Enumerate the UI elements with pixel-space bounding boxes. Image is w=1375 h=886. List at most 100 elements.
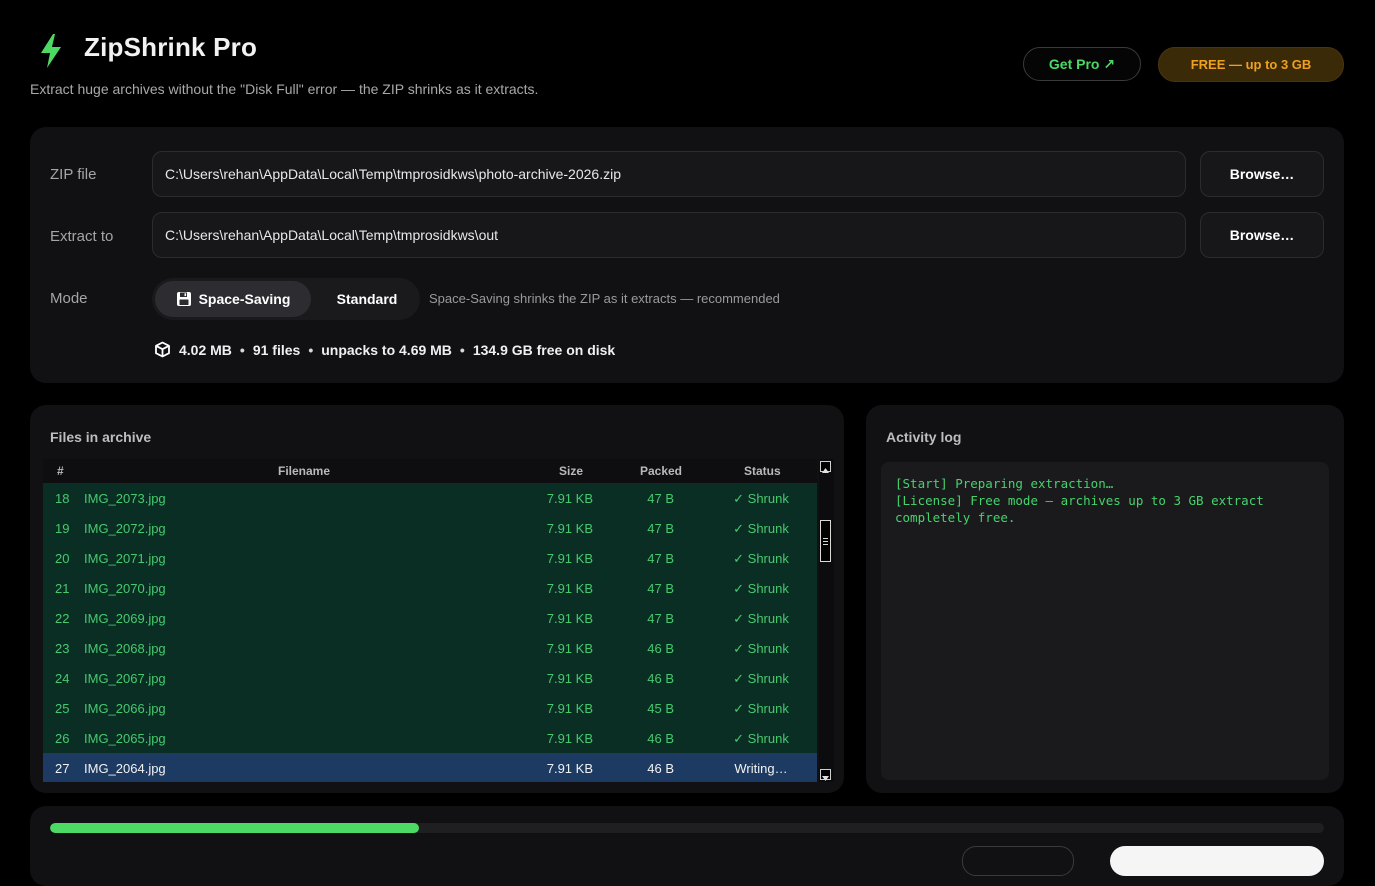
row-number: 18 <box>55 491 70 506</box>
row-number: 27 <box>55 761 70 776</box>
column-header-packed[interactable]: Packed <box>640 464 682 478</box>
column-header-filename[interactable]: Filename <box>278 464 330 478</box>
triangle-up-icon <box>822 468 829 473</box>
table-row[interactable]: 18 IMG_2073.jpg 7.91 KB 47 B ✓ Shrunk <box>43 483 817 513</box>
row-status: ✓ Shrunk <box>733 581 789 596</box>
row-filename: IMG_2072.jpg <box>84 521 166 536</box>
log-line: [Start] Preparing extraction… <box>895 476 1114 491</box>
files-panel-title: Files in archive <box>50 429 152 445</box>
archive-size: 4.02 MB <box>179 341 232 358</box>
table-row[interactable]: 20 IMG_2071.jpg 7.91 KB 47 B ✓ Shrunk <box>43 543 817 573</box>
mode-space-saving-option[interactable]: Space-Saving <box>155 281 311 317</box>
row-number: 20 <box>55 551 70 566</box>
disk-free-space: 134.9 GB free on disk <box>472 341 616 358</box>
scroll-grip-line <box>823 544 828 545</box>
row-size: 7.91 KB <box>546 581 593 596</box>
row-packed: 47 B <box>647 521 674 536</box>
table-row[interactable]: 26 IMG_2065.jpg 7.91 KB 46 B ✓ Shrunk <box>43 723 817 753</box>
table-row[interactable]: 25 IMG_2066.jpg 7.91 KB 45 B ✓ Shrunk <box>43 693 817 723</box>
plan-badge: FREE — up to 3 GB <box>1158 47 1344 82</box>
zip-file-label: ZIP file <box>50 166 97 183</box>
row-filename: IMG_2070.jpg <box>84 581 166 596</box>
row-filename: IMG_2071.jpg <box>84 551 166 566</box>
row-number: 23 <box>55 641 70 656</box>
files-table: # Filename Size Packed Status 18 IMG_2073… <box>43 459 817 782</box>
row-packed: 46 B <box>647 731 674 746</box>
zip-file-input[interactable]: C:\Users\rehan\AppData\Local\Temp\tmpros… <box>152 151 1186 197</box>
row-packed: 47 B <box>647 491 674 506</box>
row-status: ✓ Shrunk <box>733 521 789 536</box>
column-header-size[interactable]: Size <box>559 464 583 478</box>
row-size: 7.91 KB <box>546 521 593 536</box>
row-status: ✓ Shrunk <box>733 701 789 716</box>
column-header-number[interactable]: # <box>57 464 64 478</box>
extract-to-input[interactable]: C:\Users\rehan\AppData\Local\Temp\tmpros… <box>152 212 1186 258</box>
row-filename: IMG_2065.jpg <box>84 731 166 746</box>
scroll-grip-line <box>823 541 828 542</box>
row-packed: 47 B <box>647 581 674 596</box>
row-filename: IMG_2067.jpg <box>84 671 166 686</box>
row-packed: 47 B <box>647 611 674 626</box>
row-size: 7.91 KB <box>546 701 593 716</box>
table-row[interactable]: 27 IMG_2064.jpg 7.91 KB 46 B Writing… <box>43 753 817 782</box>
separator-dot: • <box>308 341 314 358</box>
mode-space-saving-label: Space-Saving <box>198 291 291 307</box>
files-scrollbar[interactable] <box>819 459 834 782</box>
row-number: 24 <box>55 671 70 686</box>
row-number: 26 <box>55 731 70 746</box>
row-filename: IMG_2064.jpg <box>84 761 166 776</box>
archive-stats: 4.02 MB • 91 files • unpacks to 4.69 MB … <box>154 341 615 358</box>
app-title: ZipShrink Pro <box>84 32 258 62</box>
scroll-grip-line <box>823 538 828 539</box>
secondary-action-button[interactable] <box>962 846 1074 876</box>
scroll-down-button[interactable] <box>820 769 831 781</box>
app-subtitle: Extract huge archives without the "Disk … <box>30 81 539 97</box>
browse-zip-button[interactable]: Browse… <box>1200 151 1324 197</box>
table-row[interactable]: 24 IMG_2067.jpg 7.91 KB 46 B ✓ Shrunk <box>43 663 817 693</box>
mode-label: Mode <box>50 290 88 307</box>
activity-log-output: [Start] Preparing extraction… [License] F… <box>881 462 1329 780</box>
row-number: 19 <box>55 521 70 536</box>
mode-standard-option[interactable]: Standard <box>318 281 416 317</box>
package-cube-icon <box>155 341 170 358</box>
browse-extract-button[interactable]: Browse… <box>1200 212 1324 258</box>
row-status: Writing… <box>734 761 788 776</box>
row-filename: IMG_2073.jpg <box>84 491 166 506</box>
primary-action-button[interactable] <box>1110 846 1324 876</box>
row-size: 7.91 KB <box>546 491 593 506</box>
row-packed: 45 B <box>647 701 674 716</box>
table-row[interactable]: 19 IMG_2072.jpg 7.91 KB 47 B ✓ Shrunk <box>43 513 817 543</box>
lightning-bolt-icon <box>41 34 61 68</box>
archive-file-count: 91 files <box>252 341 301 358</box>
get-pro-button[interactable]: Get Pro ↗ <box>1023 47 1141 81</box>
row-size: 7.91 KB <box>546 761 593 776</box>
row-status: ✓ Shrunk <box>733 611 789 626</box>
row-size: 7.91 KB <box>546 611 593 626</box>
log-line: [License] Free mode — archives up to 3 G… <box>895 493 1272 525</box>
extract-to-label: Extract to <box>50 228 114 245</box>
row-status: ✓ Shrunk <box>733 641 789 656</box>
row-status: ✓ Shrunk <box>733 491 789 506</box>
mode-hint: Space-Saving shrinks the ZIP as it extra… <box>429 291 780 306</box>
separator-dot: • <box>459 341 465 358</box>
column-header-status[interactable]: Status <box>744 464 781 478</box>
progress-bar <box>50 823 1324 833</box>
row-packed: 46 B <box>647 671 674 686</box>
row-status: ✓ Shrunk <box>733 671 789 686</box>
row-filename: IMG_2066.jpg <box>84 701 166 716</box>
scroll-up-button[interactable] <box>820 461 831 473</box>
row-number: 25 <box>55 701 70 716</box>
table-row[interactable]: 21 IMG_2070.jpg 7.91 KB 47 B ✓ Shrunk <box>43 573 817 603</box>
row-status: ✓ Shrunk <box>733 731 789 746</box>
scroll-thumb[interactable] <box>820 520 831 562</box>
row-size: 7.91 KB <box>546 731 593 746</box>
activity-log-title: Activity log <box>886 429 962 445</box>
table-row[interactable]: 23 IMG_2068.jpg 7.91 KB 46 B ✓ Shrunk <box>43 633 817 663</box>
table-row[interactable]: 22 IMG_2069.jpg 7.91 KB 47 B ✓ Shrunk <box>43 603 817 633</box>
row-status: ✓ Shrunk <box>733 551 789 566</box>
table-header: # Filename Size Packed Status <box>43 459 817 483</box>
row-packed: 46 B <box>647 761 674 776</box>
row-filename: IMG_2068.jpg <box>84 641 166 656</box>
floppy-disk-icon <box>176 292 191 306</box>
row-size: 7.91 KB <box>546 551 593 566</box>
